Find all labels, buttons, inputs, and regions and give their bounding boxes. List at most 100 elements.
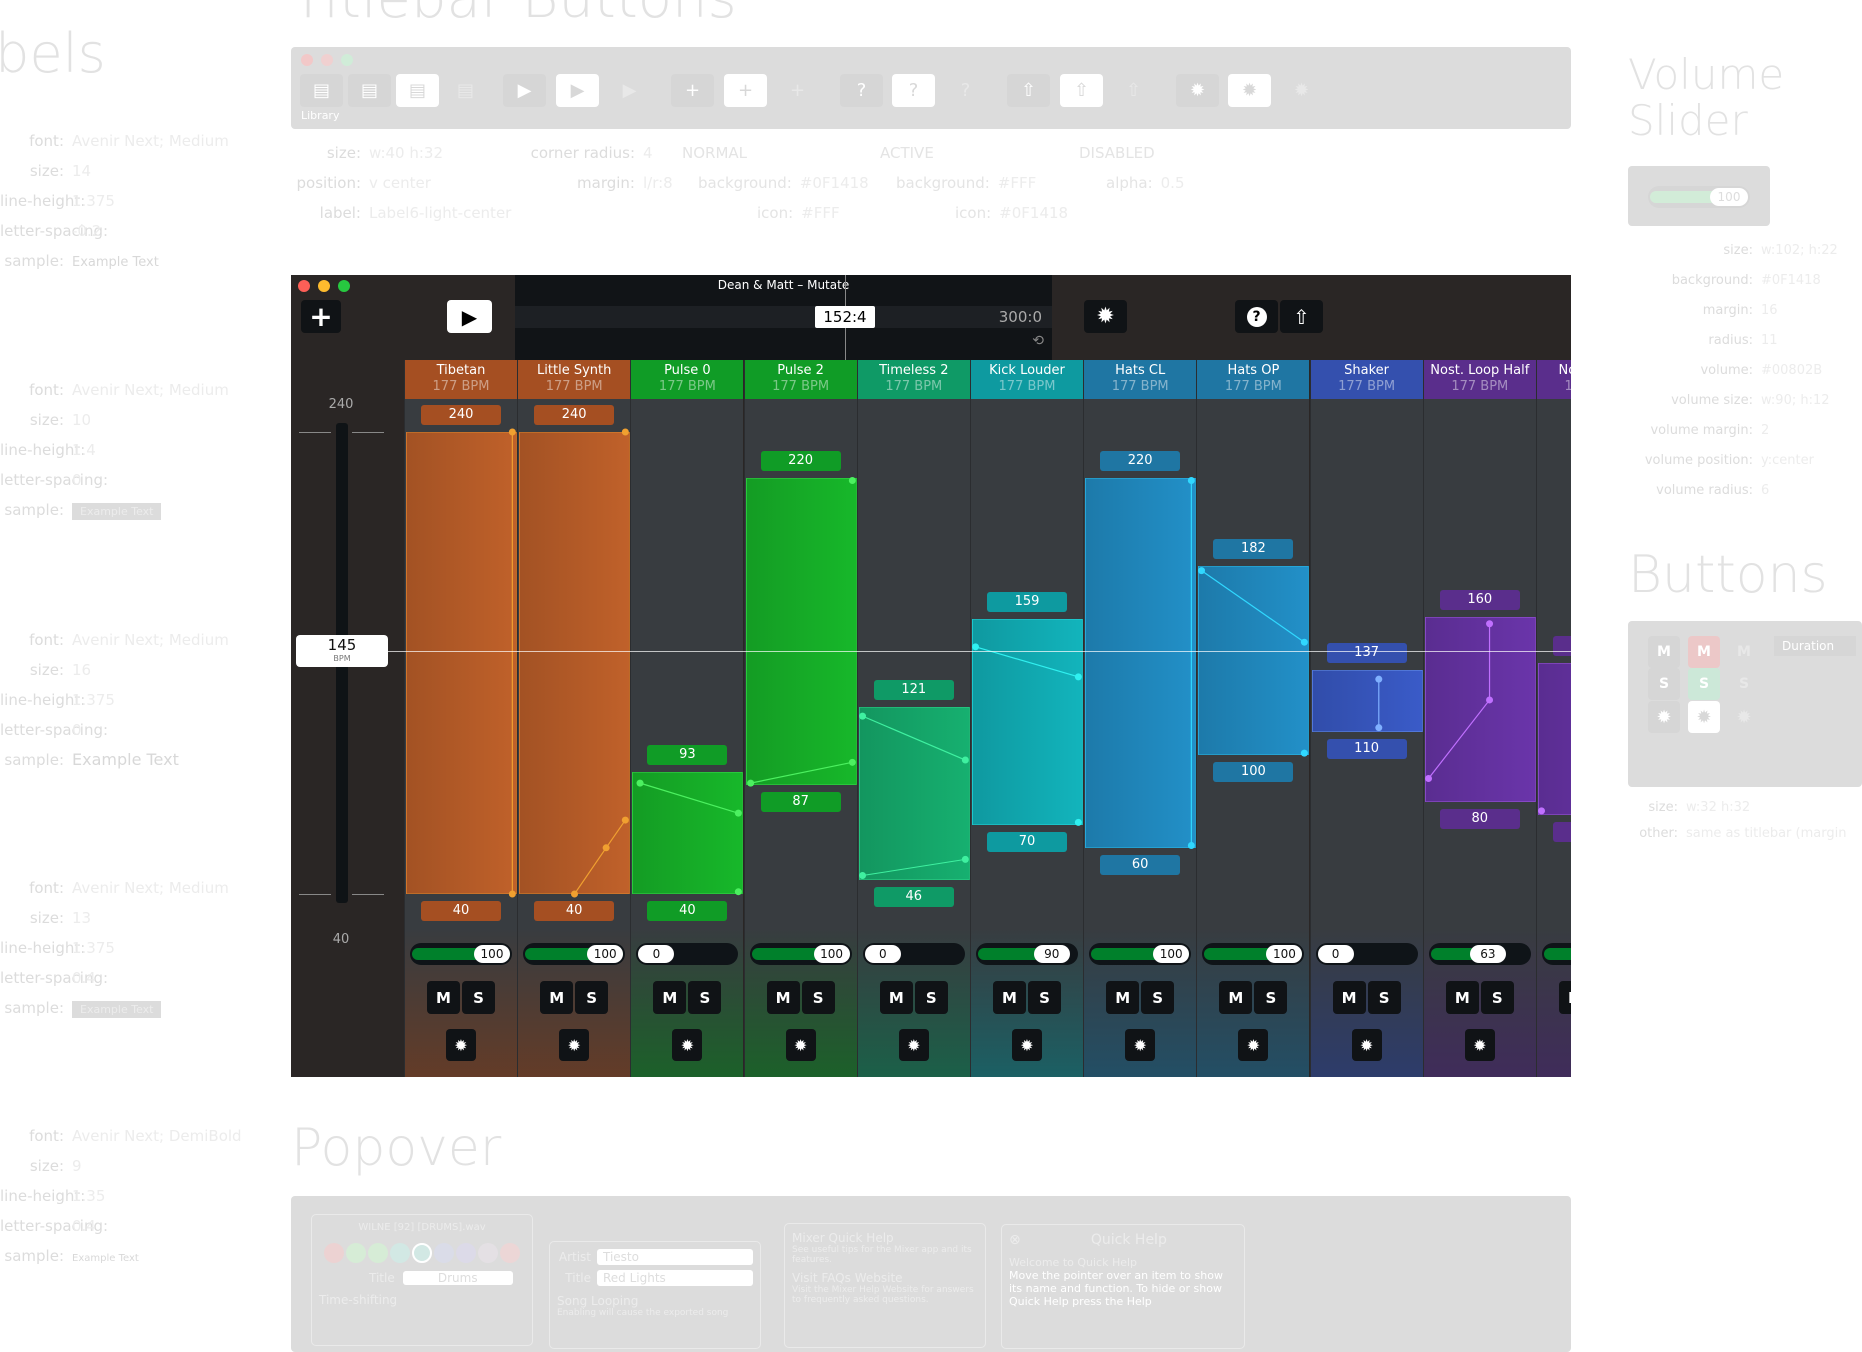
solo-button[interactable]: S bbox=[462, 981, 495, 1014]
track-settings-button[interactable]: ✹ bbox=[559, 1029, 590, 1061]
tempo-point[interactable] bbox=[961, 756, 969, 764]
tempo-point[interactable] bbox=[1424, 775, 1432, 782]
volume-value[interactable]: 100 bbox=[474, 945, 510, 963]
help-button[interactable]: ? bbox=[1235, 300, 1278, 333]
track-settings-button[interactable]: ✹ bbox=[672, 1029, 703, 1061]
volume-value[interactable]: 100 bbox=[1266, 945, 1303, 963]
solo-button[interactable]: S bbox=[1141, 981, 1175, 1014]
solo-button[interactable]: S bbox=[801, 981, 835, 1014]
tempo-point[interactable] bbox=[571, 890, 579, 898]
mute-button[interactable]: M bbox=[879, 981, 913, 1014]
solo-button[interactable]: S bbox=[1254, 981, 1288, 1014]
mute-button[interactable]: M bbox=[1106, 981, 1140, 1014]
solo-button[interactable]: S bbox=[914, 981, 948, 1014]
tempo-curve[interactable] bbox=[1424, 360, 1537, 1077]
tempo-point[interactable] bbox=[735, 809, 743, 817]
mute-button[interactable]: M bbox=[766, 981, 800, 1014]
tempo-curve[interactable] bbox=[1197, 360, 1310, 1077]
track-settings-button[interactable]: ✹ bbox=[1125, 1029, 1156, 1061]
tempo-point[interactable] bbox=[622, 428, 630, 436]
tempo-point[interactable] bbox=[735, 888, 743, 896]
tempo-curve[interactable] bbox=[745, 360, 858, 1077]
play-button[interactable]: ▶ bbox=[447, 300, 492, 333]
tempo-curve[interactable] bbox=[631, 360, 744, 1077]
tempo-curve[interactable] bbox=[1537, 360, 1571, 1077]
track-settings-button[interactable]: ✹ bbox=[1351, 1029, 1382, 1061]
track-settings-button[interactable]: ✹ bbox=[898, 1029, 929, 1061]
tempo-point[interactable] bbox=[972, 643, 980, 651]
solo-button[interactable]: S bbox=[1028, 981, 1061, 1014]
volume-slider[interactable]: 0 bbox=[636, 943, 739, 965]
tempo-point[interactable] bbox=[746, 779, 754, 787]
tempo-point[interactable] bbox=[1074, 673, 1082, 681]
track-settings-button[interactable]: ✹ bbox=[785, 1029, 816, 1061]
volume-slider[interactable]: 100 bbox=[1089, 943, 1192, 965]
solo-button[interactable]: S bbox=[1480, 981, 1514, 1014]
solo-button[interactable]: S bbox=[1367, 981, 1401, 1014]
share-button[interactable]: ⇧ bbox=[1280, 300, 1323, 333]
tempo-point[interactable] bbox=[1538, 807, 1546, 815]
tempo-point[interactable] bbox=[961, 855, 969, 863]
tempo-curve[interactable] bbox=[518, 360, 631, 1077]
tempo-curve[interactable] bbox=[405, 360, 518, 1077]
volume-slider[interactable]: 100 bbox=[1202, 943, 1305, 965]
volume-slider[interactable]: 0 bbox=[862, 943, 965, 965]
tempo-point[interactable] bbox=[1074, 818, 1082, 826]
tempo-point[interactable] bbox=[858, 872, 866, 880]
mute-button[interactable]: M bbox=[1445, 981, 1479, 1014]
volume-slider[interactable]: 100 bbox=[410, 943, 512, 965]
tempo-point[interactable] bbox=[1198, 567, 1206, 575]
tempo-point[interactable] bbox=[508, 428, 516, 436]
timeline[interactable]: Dean & Matt – Mutate 152:4 300:0 ⟲ bbox=[515, 275, 1052, 360]
bpm-slider-handle[interactable]: 145 BPM bbox=[296, 635, 388, 668]
tempo-point[interactable] bbox=[1485, 696, 1493, 704]
tempo-curve[interactable] bbox=[858, 360, 971, 1077]
volume-slider[interactable]: 0 bbox=[1315, 943, 1418, 965]
mute-button[interactable]: M bbox=[993, 981, 1026, 1014]
volume-value[interactable]: 100 bbox=[587, 945, 624, 963]
volume-slider[interactable]: 90 bbox=[976, 943, 1078, 965]
volume-slider[interactable]: 100 bbox=[523, 943, 626, 965]
tempo-point[interactable] bbox=[602, 844, 610, 852]
close-window-button[interactable] bbox=[298, 280, 310, 292]
track-settings-button[interactable]: ✹ bbox=[1464, 1029, 1495, 1061]
tempo-point[interactable] bbox=[848, 758, 856, 766]
volume-value[interactable]: 63 bbox=[1469, 945, 1506, 963]
tempo-curve[interactable] bbox=[1084, 360, 1197, 1077]
tempo-point[interactable] bbox=[1188, 477, 1196, 485]
volume-slider[interactable]: 100 bbox=[1542, 943, 1571, 965]
settings-button[interactable]: ✹ bbox=[1084, 300, 1127, 333]
timeline-ruler[interactable] bbox=[515, 306, 1052, 328]
mute-button[interactable]: M bbox=[653, 981, 687, 1014]
tempo-point[interactable] bbox=[1301, 749, 1309, 757]
tempo-point[interactable] bbox=[622, 816, 630, 824]
tempo-curve[interactable] bbox=[1311, 360, 1424, 1077]
volume-value[interactable]: 100 bbox=[813, 945, 850, 963]
mute-button[interactable]: M bbox=[1219, 981, 1253, 1014]
volume-value[interactable]: 90 bbox=[1033, 945, 1070, 963]
zoom-window-button[interactable] bbox=[338, 280, 350, 292]
add-track-button[interactable]: + bbox=[301, 300, 341, 333]
tempo-point[interactable] bbox=[1301, 638, 1309, 646]
tempo-point[interactable] bbox=[1485, 620, 1493, 628]
solo-button[interactable]: S bbox=[688, 981, 722, 1014]
solo-button[interactable]: S bbox=[575, 981, 609, 1014]
tempo-point[interactable] bbox=[508, 890, 516, 898]
volume-value[interactable]: 100 bbox=[1153, 945, 1190, 963]
track-settings-button[interactable]: ✹ bbox=[446, 1029, 476, 1061]
mute-button[interactable]: M bbox=[427, 981, 460, 1014]
volume-value[interactable]: 0 bbox=[1317, 945, 1354, 963]
tempo-point[interactable] bbox=[1374, 724, 1382, 732]
mute-button[interactable]: M bbox=[540, 981, 574, 1014]
tempo-point[interactable] bbox=[636, 779, 644, 787]
minimize-window-button[interactable] bbox=[318, 280, 330, 292]
track-settings-button[interactable]: ✹ bbox=[1012, 1029, 1042, 1061]
loop-icon[interactable]: ⟲ bbox=[1032, 333, 1044, 349]
mute-button[interactable]: M bbox=[1559, 981, 1571, 1014]
tempo-point[interactable] bbox=[848, 477, 856, 485]
tempo-point[interactable] bbox=[1374, 675, 1382, 683]
volume-value[interactable]: 0 bbox=[638, 945, 675, 963]
mute-button[interactable]: M bbox=[1332, 981, 1366, 1014]
volume-slider[interactable]: 100 bbox=[749, 943, 852, 965]
volume-slider[interactable]: 63 bbox=[1428, 943, 1531, 965]
